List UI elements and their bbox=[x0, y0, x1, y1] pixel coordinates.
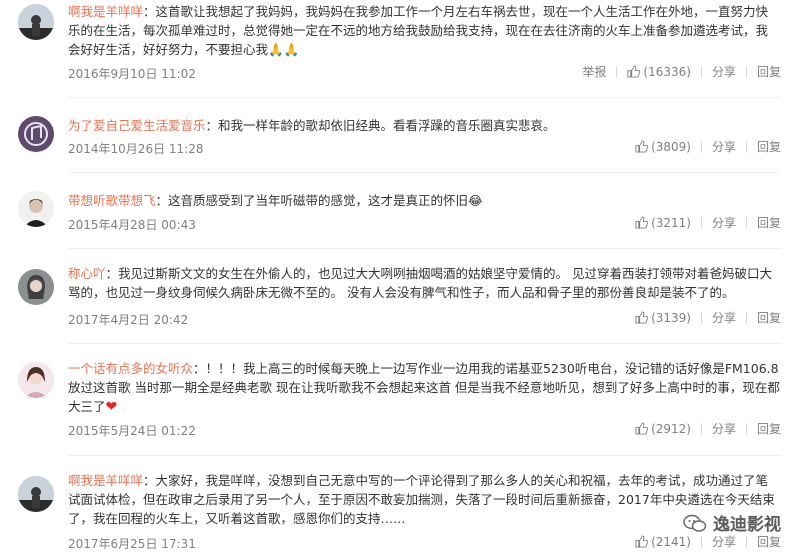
share-button[interactable]: 分享 bbox=[702, 533, 746, 550]
comment-actions: (3139) 分享 回复 bbox=[625, 309, 781, 326]
heart-icon: ❤ bbox=[105, 399, 118, 415]
author-link[interactable]: 一个话有点多的女听众 bbox=[68, 361, 193, 376]
avatar[interactable] bbox=[18, 4, 54, 40]
like-count: (3139) bbox=[651, 310, 691, 325]
comment-content: ：和我一样年龄的歌却依旧经典。看看浮躁的音乐圈真实悲哀。 bbox=[205, 118, 556, 133]
reply-button[interactable]: 回复 bbox=[747, 63, 781, 80]
comment-text: 带想听歌带想飞：这音质感受到了当年听磁带的感觉，这才是真正的怀旧😂 bbox=[68, 191, 780, 210]
share-button[interactable]: 分享 bbox=[702, 138, 746, 155]
reply-button[interactable]: 回复 bbox=[747, 214, 781, 231]
comment-date: 2015年5月24日 01:22 bbox=[68, 424, 196, 438]
share-button[interactable]: 分享 bbox=[702, 214, 746, 231]
comment-text: 啊我是羊咩咩：大家好，我是咩咩，没想到自己无意中写的一个评论得到了那么多人的关心… bbox=[68, 471, 780, 528]
author-link[interactable]: 啊我是羊咩咩 bbox=[68, 473, 143, 488]
comment-divider bbox=[68, 455, 781, 456]
thumb-up-icon bbox=[635, 311, 649, 324]
like-count: (2912) bbox=[651, 421, 691, 436]
like-button[interactable]: (3809) bbox=[625, 140, 701, 154]
comment-text: 为了爱自己爱生活爱音乐：和我一样年龄的歌却依旧经典。看看浮躁的音乐圈真实悲哀。 bbox=[68, 116, 780, 135]
avatar-icon bbox=[18, 191, 54, 227]
like-count: (3211) bbox=[651, 215, 691, 230]
avatar[interactable] bbox=[18, 269, 54, 305]
thumb-up-icon bbox=[627, 65, 641, 78]
watermark-text: 逸迪影视 bbox=[713, 515, 781, 535]
comment-content: ：这音质感受到了当年听磁带的感觉，这才是真正的怀旧😂 bbox=[155, 193, 483, 208]
watermark: 逸迪影视 bbox=[683, 510, 781, 535]
comment-date: 2014年10月26日 11:28 bbox=[68, 142, 204, 156]
comment-text: 啊我是羊咩咩：这首歌让我想起了我妈妈，我妈妈在我参加工作一个月左右车祸去世，现在… bbox=[68, 2, 780, 59]
author-link[interactable]: 带想听歌带想飞 bbox=[68, 193, 156, 208]
comment-actions: (3211) 分享 回复 bbox=[625, 214, 781, 231]
avatar-icon bbox=[18, 4, 54, 40]
reply-button[interactable]: 回复 bbox=[747, 309, 781, 326]
share-button[interactable]: 分享 bbox=[702, 63, 746, 80]
report-button[interactable]: 举报 bbox=[572, 63, 616, 80]
avatar[interactable] bbox=[18, 191, 54, 227]
author-link[interactable]: 啊我是羊咩咩 bbox=[68, 4, 143, 19]
comment-actions: (2912) 分享 回复 bbox=[625, 420, 781, 437]
comment-date: 2017年4月2日 20:42 bbox=[68, 313, 189, 327]
thumb-up-icon bbox=[635, 422, 649, 435]
comment-date: 2016年9月10日 11:02 bbox=[68, 67, 196, 81]
like-button[interactable]: (2912) bbox=[625, 422, 701, 436]
reply-button[interactable]: 回复 bbox=[747, 533, 781, 550]
comment-divider bbox=[68, 343, 781, 344]
comment-divider bbox=[68, 248, 781, 249]
comment-divider bbox=[68, 172, 781, 173]
comment-text: 一个话有点多的女听众：！！！我上高三的时候每天晚上一边写作业一边用我的诺基亚52… bbox=[68, 359, 780, 417]
comment-actions: (3809) 分享 回复 bbox=[625, 138, 781, 155]
avatar-icon bbox=[18, 362, 54, 398]
comment-content: ：大家好，我是咩咩，没想到自己无意中写的一个评论得到了那么多人的关心和祝福，去年… bbox=[68, 473, 775, 526]
comment-content: ：这首歌让我想起了我妈妈，我妈妈在我参加工作一个月左右车祸去世，现在一个人生活工… bbox=[68, 4, 769, 57]
comment-divider bbox=[68, 97, 781, 98]
comment-content: ：我见过斯斯文文的女生在外偷人的，也见过大大咧咧抽烟喝酒的姑娘坚守爱情的。 见过… bbox=[68, 266, 772, 300]
like-count: (2141) bbox=[651, 534, 691, 549]
share-button[interactable]: 分享 bbox=[702, 309, 746, 326]
comment-actions: 举报 (16336) 分享 回复 bbox=[572, 63, 781, 80]
thumb-up-icon bbox=[635, 216, 649, 229]
like-button[interactable]: (3211) bbox=[625, 216, 701, 230]
like-count: (3809) bbox=[651, 139, 691, 154]
comment-date: 2015年4月28日 00:43 bbox=[68, 218, 196, 232]
like-button[interactable]: (2141) bbox=[625, 535, 701, 549]
like-count: (16336) bbox=[643, 64, 691, 79]
avatar[interactable] bbox=[18, 476, 54, 512]
avatar-icon bbox=[18, 476, 54, 512]
reply-button[interactable]: 回复 bbox=[747, 420, 781, 437]
avatar-icon bbox=[18, 116, 54, 152]
comment-actions: (2141) 分享 回复 bbox=[625, 533, 781, 550]
watermark-logo-icon bbox=[683, 514, 707, 532]
like-button[interactable]: (16336) bbox=[617, 65, 701, 79]
like-button[interactable]: (3139) bbox=[625, 311, 701, 325]
avatar[interactable] bbox=[18, 362, 54, 398]
author-link[interactable]: 为了爱自己爱生活爱音乐 bbox=[68, 118, 206, 133]
share-button[interactable]: 分享 bbox=[702, 420, 746, 437]
author-link[interactable]: 称心吖 bbox=[68, 266, 106, 281]
thumb-up-icon bbox=[635, 535, 649, 548]
thumb-up-icon bbox=[635, 140, 649, 153]
comment-date: 2017年6月25日 17:31 bbox=[68, 537, 196, 551]
comment-text: 称心吖：我见过斯斯文文的女生在外偷人的，也见过大大咧咧抽烟喝酒的姑娘坚守爱情的。… bbox=[68, 264, 780, 302]
reply-button[interactable]: 回复 bbox=[747, 138, 781, 155]
avatar-icon bbox=[18, 269, 54, 305]
avatar[interactable] bbox=[18, 116, 54, 152]
